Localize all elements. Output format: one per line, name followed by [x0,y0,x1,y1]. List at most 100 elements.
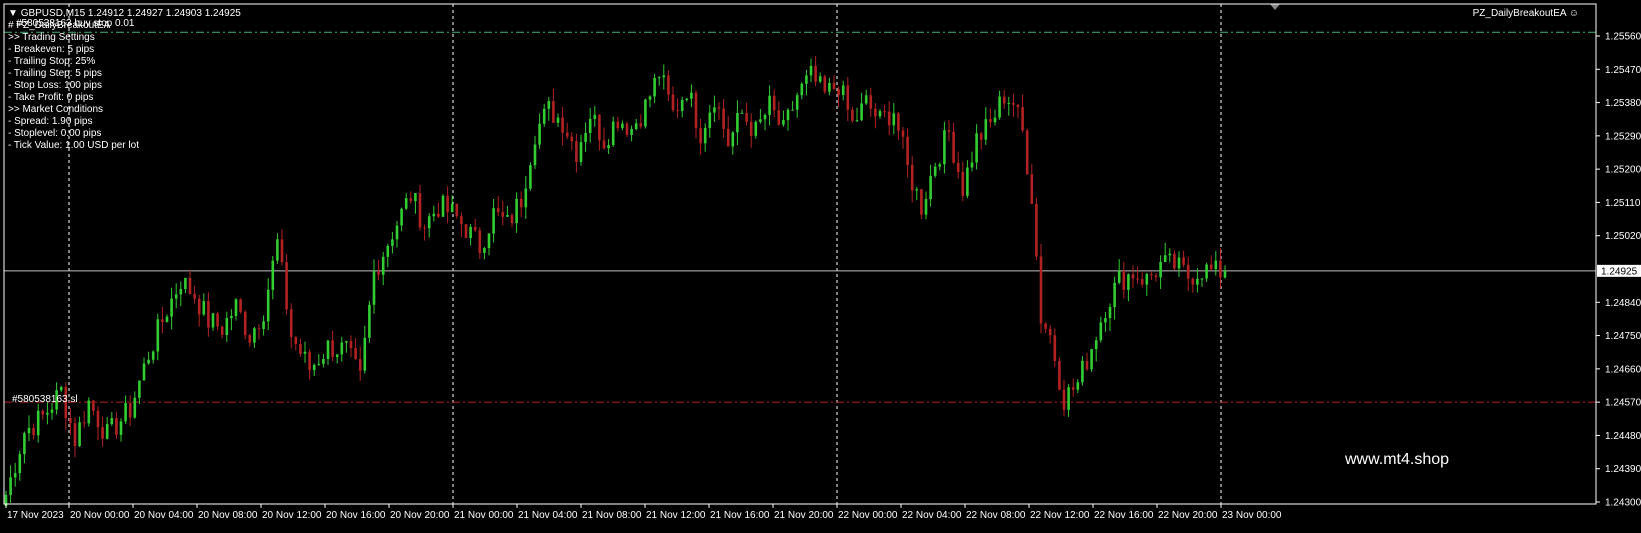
candle-body [46,412,49,415]
candle-body [653,77,656,97]
y-tick-label: 1.25290 [1605,131,1641,142]
y-tick-label: 1.25470 [1605,65,1641,76]
candles [4,56,1227,509]
candle-body [639,123,643,127]
candle-body [13,473,17,478]
candle-body [1053,335,1057,361]
candle-body [524,188,528,208]
candle-body [404,198,408,209]
candle-body [156,319,160,352]
candle-body [188,277,192,294]
candle-body [630,129,633,135]
candle-body [1173,253,1176,269]
y-tick-label: 1.24300 [1605,498,1641,509]
candle-body [1122,271,1126,290]
candle-body [786,109,790,121]
candle-body [515,198,518,223]
candle-body [533,144,537,166]
candle-body [929,175,932,200]
candle-body [667,75,670,95]
stop-loss-label: #580538163 sl [12,394,78,405]
candle-body [731,132,735,147]
candle-body [1127,274,1130,290]
candle-body [864,95,868,104]
ea-title[interactable]: PZ_DailyBreakoutEA ☺ [1473,8,1579,19]
candle-body [1021,107,1024,131]
candle-body [285,262,288,310]
x-tick-label: 21 Nov 16:00 [710,510,770,521]
candle-body [418,193,422,228]
candle-body [1154,275,1158,278]
candle-body [483,248,486,253]
candle-body [161,319,164,323]
candle-body [1200,278,1204,280]
x-tick-label: 21 Nov 12:00 [646,510,706,521]
candle-body [846,85,850,110]
candle-body [460,216,463,225]
candle-body [41,410,45,415]
candle-body [855,120,859,122]
candle-body [1035,203,1038,257]
day-separators [68,4,1280,504]
candle-body [1117,271,1121,283]
candle-body [32,427,35,436]
candle-body [828,82,831,92]
candle-body [59,386,63,391]
candle-body [529,165,532,189]
candle-body [575,141,578,162]
candle-body [299,344,302,354]
candle-body [680,100,684,112]
candle-body [621,123,624,129]
candle-body [423,227,426,229]
candle-body [676,110,679,112]
candle-body [1090,349,1093,370]
candle-body [18,454,22,474]
candle-body [151,351,155,360]
candle-body [722,108,725,129]
candle-body [1007,102,1011,104]
candle-body [105,424,109,439]
candle-body [193,293,196,299]
candle-body [644,99,647,127]
candle-body [1131,274,1135,279]
chart-window[interactable]: 1.25560 1.25470 1.25380 1.25290 1.25200 1.251… [0,0,1641,528]
candle-body [101,427,104,439]
candle-body [818,76,822,82]
candle-body [897,113,900,131]
candle-body [317,363,321,365]
y-tick-label: 1.24480 [1605,431,1641,442]
candle-body [878,111,882,117]
x-tick-label: 21 Nov 04:00 [518,510,578,521]
candle-body [492,208,495,234]
candle-body [1048,328,1052,336]
candle-body [119,421,123,435]
candle-body [170,298,173,317]
time-scale[interactable]: 17 Nov 2023 20 Nov 00:00 20 Nov 04:00 20 No… [5,504,1282,521]
axes [3,3,1597,505]
candle-body [1094,340,1098,350]
y-tick-label: 1.24570 [1605,398,1641,409]
candle-body [1099,322,1103,341]
candle-body [791,109,794,111]
candle-body [547,101,551,109]
candle-body [690,92,693,99]
candle-body [510,215,514,223]
candle-body [989,119,992,123]
info-line: >> Trading Settings [8,32,95,43]
candle-body [409,198,413,202]
x-tick-label: 22 Nov 04:00 [902,510,962,521]
watermark: www.mt4.shop [1345,451,1450,468]
candle-body [184,277,187,290]
candle-body [1140,279,1144,285]
x-tick-label: 17 Nov 2023 [7,510,64,521]
candle-body [400,208,403,226]
price-chart[interactable]: 1.25560 1.25470 1.25380 1.25290 1.25200 1.251… [0,0,1641,528]
current-price-label: 1.24925 [1601,266,1638,277]
candle-body [312,364,316,371]
candle-body [239,299,242,312]
candle-body [248,335,252,343]
candle-body [556,117,560,123]
info-line: - Stop Loss: 100 pips [8,80,102,91]
candle-body [892,113,896,126]
x-tick-label: 23 Nov 00:00 [1222,510,1282,521]
